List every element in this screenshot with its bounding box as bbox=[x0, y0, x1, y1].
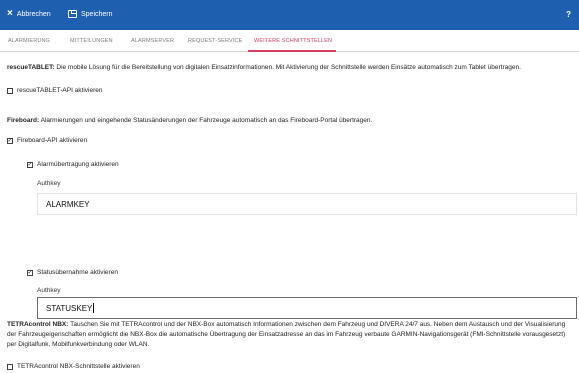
text-caret bbox=[92, 303, 94, 313]
tetra-checkbox[interactable]: TETRAcontrol NBX-Schnittstelle aktiviere… bbox=[7, 363, 140, 370]
tab-request-service[interactable]: REQUEST-SERVICE bbox=[188, 38, 242, 44]
tab-mitteilungen[interactable]: MITTEILUNGEN bbox=[70, 38, 113, 44]
top-toolbar: × Abbrechen Speichern ? bbox=[0, 0, 579, 30]
checkbox-unchecked-icon bbox=[7, 87, 13, 94]
tetra-description: TETRAcontrol NBX: Tauschen Sie mit TETRA… bbox=[7, 321, 566, 348]
fireboard-api-checkbox[interactable]: ✓ Fireboard-API aktivieren bbox=[7, 137, 87, 144]
checkbox-checked-icon: ✓ bbox=[27, 269, 33, 276]
checkbox-checked-icon: ✓ bbox=[7, 137, 13, 144]
rescue-title: rescueTABLET: bbox=[7, 64, 55, 71]
cancel-button[interactable]: × Abbrechen bbox=[7, 8, 51, 19]
fireboard-description: Fireboard: Alarmierungen und eingehende … bbox=[7, 117, 373, 124]
active-tab-indicator bbox=[248, 50, 336, 52]
checkbox-checked-icon: ✓ bbox=[27, 161, 33, 168]
rescue-api-checkbox[interactable]: rescueTABLET-API aktivieren bbox=[7, 87, 103, 94]
checkbox-unchecked-icon bbox=[7, 363, 13, 370]
cancel-label: Abbrechen bbox=[16, 10, 51, 18]
save-label: Speichern bbox=[81, 10, 113, 18]
tab-alarmierung[interactable]: ALARMIERUNG bbox=[8, 38, 50, 44]
tab-alarmserver[interactable]: ALARMSERVER bbox=[131, 38, 174, 44]
rescue-description: rescueTABLET: Die mobile Lösung für die … bbox=[7, 64, 521, 71]
status-transfer-checkbox[interactable]: ✓ Statusübernahme aktivieren bbox=[27, 269, 118, 276]
status-authkey-label: Authkey bbox=[37, 287, 61, 294]
fireboard-title: Fireboard: bbox=[7, 117, 40, 124]
tab-weitere-schnittstellen[interactable]: WEITERE SCHNITTSTELLEN bbox=[254, 38, 332, 44]
status-authkey-input[interactable]: STATUSKEY bbox=[37, 297, 577, 319]
tetra-title: TETRAcontrol NBX: bbox=[7, 321, 69, 328]
save-icon bbox=[68, 10, 77, 18]
help-button[interactable]: ? bbox=[566, 10, 571, 19]
alarm-authkey-label: Authkey bbox=[37, 180, 61, 187]
alarm-authkey-input[interactable]: ALARMKEY bbox=[37, 193, 577, 215]
tab-bar: ALARMIERUNG MITTEILUNGEN ALARMSERVER REQ… bbox=[0, 30, 579, 52]
save-button[interactable]: Speichern bbox=[68, 10, 113, 18]
alarm-transfer-checkbox[interactable]: ✓ Alarmübertragung aktivieren bbox=[27, 161, 119, 168]
close-icon: × bbox=[7, 8, 13, 19]
